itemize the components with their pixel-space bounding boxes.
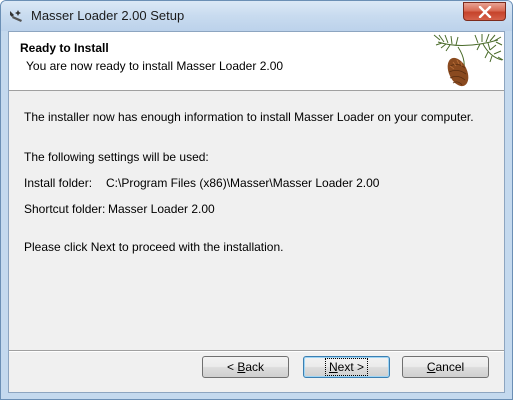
install-folder-label: Install folder: bbox=[24, 176, 93, 190]
install-folder-value: C:\Program Files (x86)\Masser\Masser Loa… bbox=[106, 176, 380, 190]
page-title: Ready to Install bbox=[20, 41, 109, 55]
cancel-button[interactable]: Cancel bbox=[402, 356, 489, 378]
pine-cone-branch-image bbox=[433, 33, 504, 87]
next-button-mnemonic: N bbox=[328, 360, 338, 374]
setup-window: Masser Loader 2.00 Setup Ready to Instal… bbox=[0, 0, 513, 400]
shortcut-folder-value: Masser Loader 2.00 bbox=[108, 202, 215, 216]
header-panel: Ready to Install You are now ready to in… bbox=[9, 32, 504, 91]
next-button[interactable]: Next > bbox=[303, 356, 390, 378]
button-separator bbox=[9, 350, 504, 352]
next-button-label: ext > bbox=[337, 360, 365, 374]
intro-text: The installer now has enough information… bbox=[24, 110, 474, 124]
window-title: Masser Loader 2.00 Setup bbox=[31, 8, 185, 23]
page-subtitle: You are now ready to install Masser Load… bbox=[26, 59, 284, 73]
shortcut-folder-label: Shortcut folder: bbox=[24, 202, 106, 216]
dialog-client-area: Ready to Install You are now ready to in… bbox=[8, 31, 505, 393]
back-button-prefix: < bbox=[226, 360, 238, 374]
back-button[interactable]: < Back bbox=[202, 356, 289, 378]
instruction-text: Please click Next to proceed with the in… bbox=[24, 240, 284, 254]
title-bar[interactable]: Masser Loader 2.00 Setup bbox=[1, 1, 512, 31]
cancel-button-label: ancel bbox=[435, 360, 465, 374]
close-icon bbox=[478, 6, 492, 18]
close-button[interactable] bbox=[463, 2, 506, 21]
back-button-label: ack bbox=[245, 360, 265, 374]
settings-heading: The following settings will be used: bbox=[24, 150, 209, 164]
installer-wand-icon bbox=[8, 8, 24, 24]
